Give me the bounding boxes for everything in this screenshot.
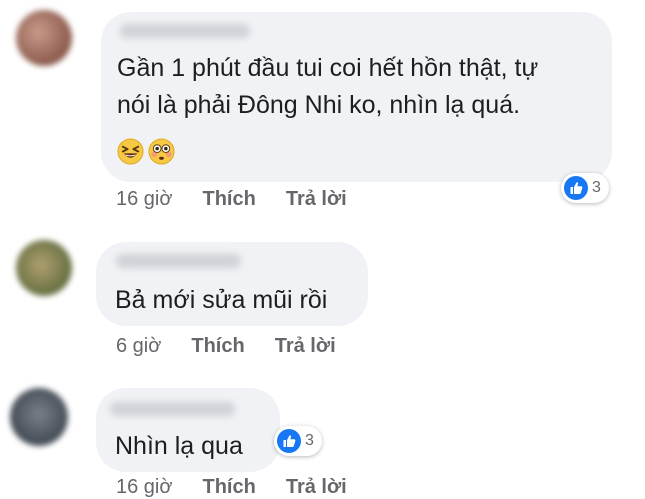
avatar[interactable] xyxy=(10,388,68,446)
comment-actions: 16 giờ Thích Trả lời xyxy=(116,188,347,211)
comment-text-line-2: nói là phải Đông Nhi ko, nhìn lạ quá. xyxy=(117,91,521,119)
reaction-count: 3 xyxy=(305,432,314,449)
laughing-squint-emoji xyxy=(117,138,144,165)
avatar[interactable] xyxy=(16,10,72,66)
comment-author[interactable] xyxy=(116,254,241,268)
comment-time[interactable]: 16 giờ xyxy=(116,188,172,211)
flushed-emoji xyxy=(148,138,175,165)
like-link[interactable]: Thích xyxy=(202,476,255,499)
comment-text-line-1: Gần 1 phút đầu tui coi hết hồn thật, tự xyxy=(117,54,539,82)
comment-time[interactable]: 16 giờ xyxy=(116,476,172,499)
comment-author[interactable] xyxy=(120,24,250,38)
avatar[interactable] xyxy=(16,240,72,296)
reply-link[interactable]: Trả lời xyxy=(286,476,347,499)
like-link[interactable]: Thích xyxy=(202,188,255,211)
comment-text: Bả mới sửa mũi rồi xyxy=(115,286,328,314)
comment-actions: 16 giờ Thích Trả lời xyxy=(116,476,347,499)
like-link[interactable]: Thích xyxy=(191,335,244,358)
reply-link[interactable]: Trả lời xyxy=(286,188,347,211)
reaction-count: 3 xyxy=(592,179,601,196)
comment-actions: 6 giờ Thích Trả lời xyxy=(116,335,336,358)
reaction-badge[interactable]: 3 xyxy=(274,426,322,456)
comment-emojis xyxy=(117,138,175,165)
comment-author[interactable] xyxy=(110,402,235,416)
comment-time[interactable]: 6 giờ xyxy=(116,335,161,358)
like-thumb-icon xyxy=(564,176,588,200)
reply-link[interactable]: Trả lời xyxy=(275,335,336,358)
like-thumb-icon xyxy=(277,429,301,453)
reaction-badge[interactable]: 3 xyxy=(561,173,609,203)
comment-text: Nhìn lạ qua xyxy=(115,432,243,460)
